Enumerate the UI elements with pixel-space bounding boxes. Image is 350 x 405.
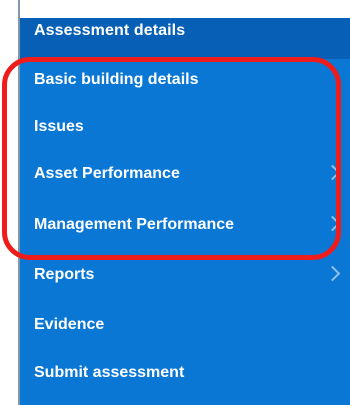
nav-item-label: Asset Performance <box>34 165 180 182</box>
nav-item-label: Evidence <box>34 316 105 333</box>
nav-item-basic-building-details[interactable]: Basic building details <box>20 59 350 106</box>
nav-item-asset-performance[interactable]: Asset Performance <box>20 153 350 200</box>
nav-item-evidence[interactable]: Evidence <box>20 304 350 351</box>
nav-item-reports[interactable]: Reports <box>20 254 350 301</box>
menu-header: Assessment details <box>20 0 350 59</box>
nav-item-label: Submit assessment <box>34 364 185 381</box>
assessment-menu-panel: Assessment details Basic building detail… <box>18 0 350 405</box>
chevron-right-icon <box>324 164 341 181</box>
nav-item-label: Reports <box>34 266 95 283</box>
nav-item-label: Issues <box>34 118 84 135</box>
menu-header-label: Assessment details <box>34 22 186 39</box>
chevron-right-icon <box>324 215 341 232</box>
nav-item-submit-assessment[interactable]: Submit assessment <box>20 352 350 399</box>
nav-item-issues[interactable]: Issues <box>20 106 350 153</box>
nav-item-label: Management Performance <box>34 216 235 233</box>
chevron-right-icon <box>324 265 341 282</box>
nav-item-management-performance[interactable]: Management Performance <box>20 204 350 251</box>
nav-item-label: Basic building details <box>34 71 199 88</box>
